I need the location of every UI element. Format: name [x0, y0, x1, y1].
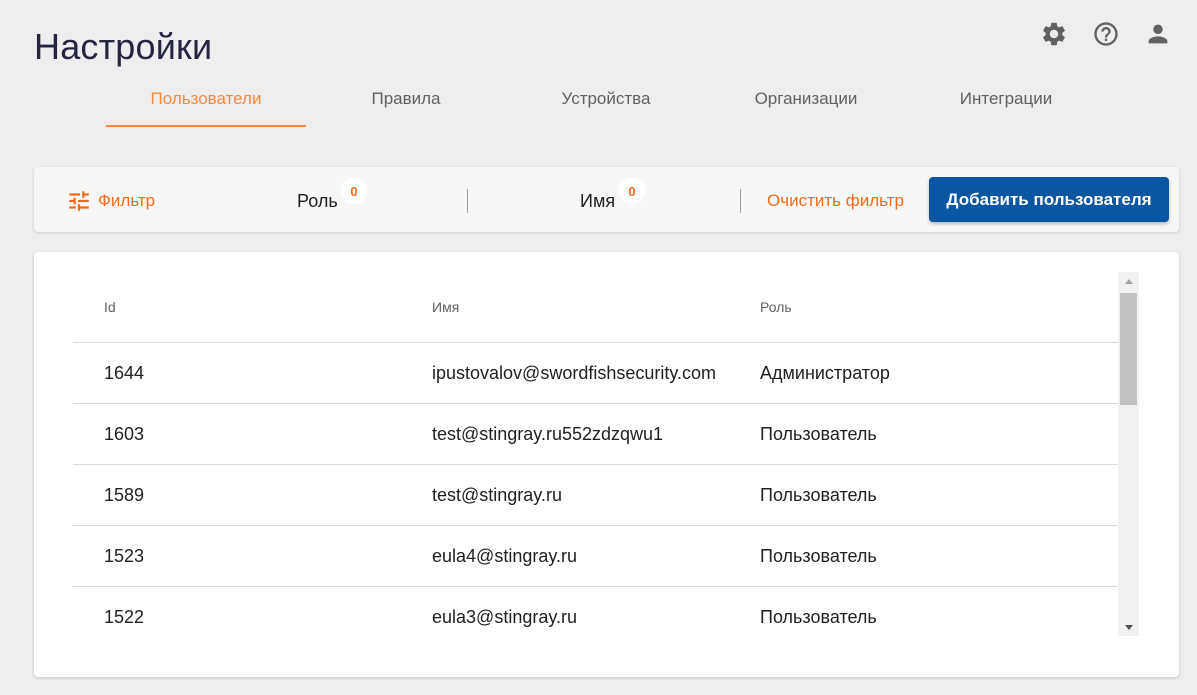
role-filter-count-badge: 0	[341, 178, 367, 204]
table-row[interactable]: 1523 eula4@stingray.ru Пользователь	[73, 526, 1118, 587]
help-icon[interactable]	[1088, 18, 1124, 50]
filter-bar: Фильтр Роль 0 Имя 0 Очистить фильтр Доба…	[34, 167, 1179, 232]
cell-name: eula3@stingray.ru	[432, 607, 578, 627]
tab-integrations[interactable]: Интеграции	[906, 70, 1106, 127]
table-row[interactable]: 1589 test@stingray.ru Пользователь	[73, 465, 1118, 526]
cell-role: Пользователь	[760, 545, 877, 566]
name-filter-count-badge: 0	[619, 178, 645, 204]
cell-name: test@stingray.ru552zdzqwu1	[432, 423, 664, 444]
cell-role: Администратор	[760, 362, 890, 383]
filter-label: Фильтр	[98, 191, 156, 210]
header-actions	[1036, 18, 1176, 50]
table-row[interactable]: 1522 eula3@stingray.ru Пользователь	[73, 587, 1118, 648]
tune-icon	[69, 191, 89, 211]
cell-name: eula4@stingray.ru	[432, 545, 578, 566]
user-icon[interactable]	[1140, 18, 1176, 50]
tab-organizations[interactable]: Организации	[706, 70, 906, 127]
cell-role: Пользователь	[760, 423, 877, 444]
scroll-up-arrow[interactable]	[1118, 272, 1139, 290]
cell-name: test@stingray.ru	[432, 484, 562, 505]
role-filter[interactable]: Роль	[297, 191, 338, 212]
cell-id: 1644	[104, 362, 145, 383]
table-header: Id Имя Роль	[73, 272, 1118, 343]
name-filter[interactable]: Имя	[580, 191, 615, 212]
cell-role: Пользователь	[760, 607, 877, 627]
column-header-name[interactable]: Имя	[401, 299, 729, 315]
filter-button[interactable]: Фильтр	[66, 188, 155, 214]
cell-role: Пользователь	[760, 484, 877, 505]
column-header-id[interactable]: Id	[73, 299, 401, 315]
column-header-role[interactable]: Роль	[729, 299, 1118, 315]
cell-name: ipustovalov@swordfishsecurity.com	[432, 362, 717, 383]
cell-id: 1523	[104, 545, 145, 566]
divider	[740, 189, 741, 213]
cell-id: 1603	[104, 423, 145, 444]
cell-id: 1522	[104, 607, 145, 627]
cell-id: 1589	[104, 484, 145, 505]
table-row[interactable]: 1644 ipustovalov@swordfishsecurity.com А…	[73, 343, 1118, 404]
add-user-button[interactable]: Добавить пользователя	[929, 177, 1169, 222]
tab-users[interactable]: Пользователи	[106, 70, 306, 127]
table-scrollbar[interactable]	[1118, 272, 1139, 636]
clear-filter-button[interactable]: Очистить фильтр	[767, 191, 904, 211]
scroll-down-arrow[interactable]	[1118, 618, 1139, 636]
gear-icon[interactable]	[1036, 18, 1072, 50]
table-row[interactable]: 1603 test@stingray.ru552zdzqwu1 Пользова…	[73, 404, 1118, 465]
tab-devices[interactable]: Устройства	[506, 70, 706, 127]
users-table-card: Id Имя Роль 1644 ipustovalov@swordfishse…	[34, 252, 1179, 677]
divider	[467, 189, 468, 213]
tab-rules[interactable]: Правила	[306, 70, 506, 127]
users-table: Id Имя Роль 1644 ipustovalov@swordfishse…	[73, 272, 1118, 648]
settings-tabs: Пользователи Правила Устройства Организа…	[106, 70, 1106, 127]
page-title: Настройки	[34, 26, 213, 67]
scroll-thumb[interactable]	[1120, 293, 1137, 405]
